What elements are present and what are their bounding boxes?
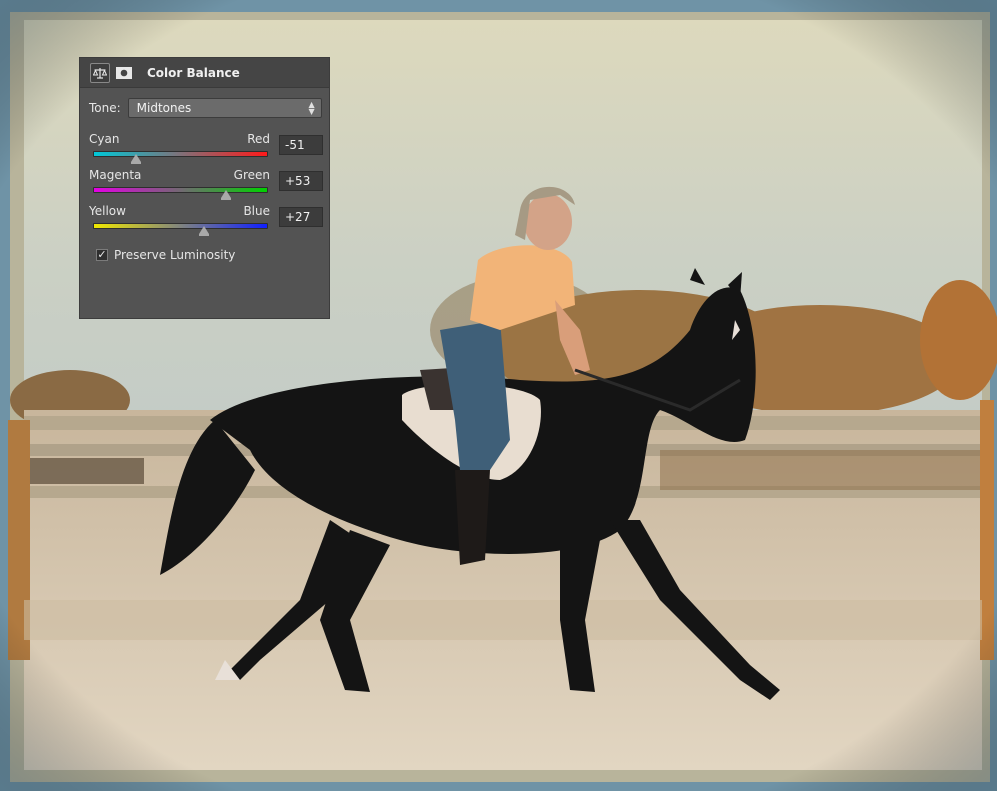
yellow-blue-thumb[interactable] [198, 226, 209, 236]
magenta-green-labels: Magenta Green [89, 168, 270, 183]
select-updown-icon: ▲ ▼ [308, 100, 315, 116]
panel-header: Color Balance [80, 58, 329, 88]
cyan-red-value-field[interactable]: -51 [279, 135, 323, 155]
magenta-green-value-field[interactable]: +53 [279, 171, 323, 191]
yellow-blue-slider: Yellow Blue +27 [89, 204, 325, 236]
tone-selected-value: Midtones [136, 101, 192, 115]
panel-title: Color Balance [147, 65, 240, 80]
magenta-green-thumb[interactable] [221, 190, 232, 200]
magenta-green-slider: Magenta Green +53 [89, 168, 325, 200]
balance-scale-glyph [93, 67, 107, 79]
slider-left-label: Yellow [89, 204, 126, 218]
layer-mask-icon[interactable] [114, 63, 134, 83]
yellow-blue-labels: Yellow Blue [89, 204, 270, 219]
slider-left-label: Cyan [89, 132, 120, 146]
layer-mask-glyph [116, 66, 132, 79]
preserve-luminosity-row[interactable]: ✓ Preserve Luminosity [96, 248, 235, 262]
cyan-red-labels: Cyan Red [89, 132, 270, 147]
cyan-red-slider: Cyan Red -51 [89, 132, 325, 164]
cyan-red-thumb[interactable] [131, 154, 142, 164]
slider-right-label: Green [233, 168, 270, 182]
cyan-red-track[interactable] [93, 151, 268, 164]
tone-row: Tone: Midtones ▲ ▼ [89, 98, 322, 118]
magenta-green-track[interactable] [93, 187, 268, 200]
balance-scale-icon[interactable] [90, 62, 110, 83]
tone-select[interactable]: Midtones ▲ ▼ [127, 98, 322, 118]
checkmark-icon: ✓ [97, 248, 107, 261]
yellow-blue-track[interactable] [93, 223, 268, 236]
yellow-blue-value-field[interactable]: +27 [279, 207, 323, 227]
slider-right-label: Red [247, 132, 270, 146]
slider-right-label: Blue [243, 204, 270, 218]
preserve-luminosity-label: Preserve Luminosity [114, 248, 236, 262]
tone-label: Tone: [89, 101, 121, 115]
color-balance-panel: Color Balance Tone: Midtones ▲ ▼ Cyan Red… [79, 57, 330, 319]
preserve-luminosity-checkbox[interactable]: ✓ [96, 249, 108, 261]
slider-left-label: Magenta [89, 168, 142, 182]
